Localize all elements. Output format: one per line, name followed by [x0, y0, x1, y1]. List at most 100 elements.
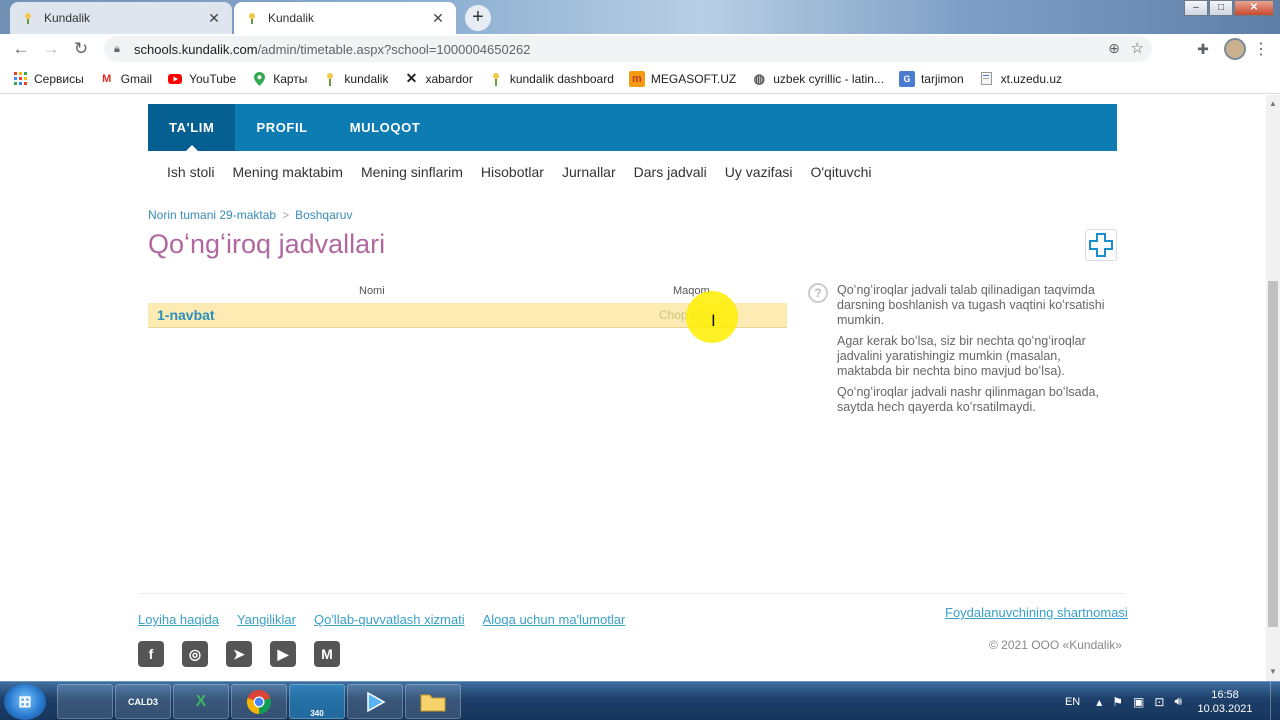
megasoft-icon: m: [628, 70, 645, 87]
facebook-icon[interactable]: f: [138, 641, 164, 667]
url-host: schools.kundalik.com: [134, 41, 258, 57]
nav-talim[interactable]: TA'LIM: [148, 104, 236, 151]
bookmark-gmail[interactable]: M Gmail: [99, 71, 152, 87]
breadcrumb: Norin tumani 29-maktab > Boshqaruv: [148, 208, 352, 222]
youtube-icon[interactable]: ▶: [270, 641, 296, 667]
text-cursor-icon: I: [711, 311, 716, 330]
sub-navigation: Ish stoli Mening maktabim Mening sinflar…: [148, 151, 1117, 193]
browser-toolbar: ← → ↻ 🔒︎ schools.kundalik.com/admin/time…: [0, 34, 1280, 64]
extensions-puzzle-icon[interactable]: ✚: [1188, 41, 1218, 58]
taskbar-app-player-icon[interactable]: [347, 684, 403, 719]
help-text: Agar kerak boʻlsa, siz bir nechta qoʻngʻ…: [837, 334, 1086, 378]
clock[interactable]: 16:58 10.03.2021: [1192, 688, 1258, 716]
flag-icon[interactable]: ⚑: [1112, 695, 1123, 709]
nav-profil[interactable]: PROFIL: [235, 104, 328, 151]
taskbar-app-telegram-icon[interactable]: 340: [289, 684, 345, 719]
subnav-ish-stoli[interactable]: Ish stoli: [167, 164, 214, 180]
medium-icon[interactable]: M: [314, 641, 340, 667]
bookmark-xabardor[interactable]: ✕ xabardor: [403, 70, 473, 87]
help-text: Qoʻngʻiroqlar jadvali talab qilinadigan …: [837, 283, 1105, 327]
footer-link-contacts[interactable]: Aloqa uchun ma'lumotlar: [483, 612, 626, 627]
subnav-uy-vazifasi[interactable]: Uy vazifasi: [725, 164, 793, 180]
back-arrow-icon[interactable]: ←: [6, 39, 36, 59]
subnav-mening-sinflarim[interactable]: Mening sinflarim: [361, 164, 463, 180]
plus-icon: [1089, 233, 1113, 257]
footer-link-news[interactable]: Yangiliklar: [237, 612, 296, 627]
footer-links: Loyiha haqida Yangiliklar Qo'llab-quvvat…: [138, 612, 643, 627]
subnav-jurnallar[interactable]: Jurnallar: [562, 164, 616, 180]
scrollbar-thumb[interactable]: [1268, 281, 1278, 627]
reload-icon[interactable]: ↻: [66, 39, 96, 59]
bookmark-kundalik-dashboard[interactable]: kundalik dashboard: [488, 71, 614, 87]
tray-arrow-icon[interactable]: ▴: [1096, 695, 1102, 709]
page-scrollbar[interactable]: ▲ ▼: [1266, 95, 1280, 681]
footer-link-about[interactable]: Loyiha haqida: [138, 612, 219, 627]
forward-arrow-icon[interactable]: →: [36, 39, 66, 59]
maximize-button[interactable]: □: [1209, 0, 1233, 16]
browser-tab-1[interactable]: Kundalik ✕: [10, 2, 232, 34]
close-window-button[interactable]: ✕: [1234, 0, 1274, 16]
bookmark-xt-uzedu[interactable]: xt.uzedu.uz: [979, 71, 1062, 87]
zoom-icon[interactable]: ⊕: [1108, 40, 1120, 57]
new-tab-button[interactable]: +: [465, 5, 491, 31]
youtube-icon: [167, 71, 183, 87]
bookmark-apps[interactable]: Сервисы: [12, 71, 84, 87]
subnav-mening-maktabim[interactable]: Mening maktabim: [232, 164, 343, 180]
bookmark-youtube[interactable]: YouTube: [167, 71, 236, 87]
volume-icon[interactable]: 🔊︎: [1174, 694, 1182, 709]
translate-icon: G: [898, 70, 915, 87]
instagram-icon[interactable]: ◎: [182, 641, 208, 667]
browser-tab-2[interactable]: Kundalik ✕: [234, 2, 456, 34]
bookmark-tarjimon[interactable]: Gtarjimon: [898, 70, 964, 87]
taskbar-app-cald3-icon[interactable]: CALD3: [115, 684, 171, 719]
subnav-dars-jadvali[interactable]: Dars jadvali: [634, 164, 707, 180]
scroll-up-icon[interactable]: ▲: [1266, 97, 1280, 111]
clock-date: 10.03.2021: [1197, 702, 1253, 715]
breadcrumb-school-link[interactable]: Norin tumani 29-maktab: [148, 208, 276, 222]
breadcrumb-section-link[interactable]: Boshqaruv: [295, 208, 352, 222]
kundalik-favicon-icon: [244, 10, 260, 26]
breadcrumb-separator: >: [282, 208, 290, 222]
bookmark-megasoft[interactable]: m MEGASOFT.UZ: [628, 70, 737, 87]
add-timetable-button[interactable]: [1085, 229, 1117, 261]
menu-kebab-icon[interactable]: ⋮: [1252, 39, 1270, 59]
nav-muloqot[interactable]: MULOQOT: [329, 104, 442, 151]
bookmark-kundalik[interactable]: kundalik: [322, 71, 388, 87]
gmail-icon: M: [102, 72, 112, 85]
bookmark-uzbek-cyrillic[interactable]: ◍ uzbek cyrillic - latin...: [751, 71, 884, 87]
kundalik-favicon-icon: [20, 10, 36, 26]
subnav-hisobotlar[interactable]: Hisobotlar: [481, 164, 544, 180]
language-indicator[interactable]: EN: [1065, 696, 1080, 708]
taskbar-app-folder-icon[interactable]: [405, 684, 461, 719]
close-tab-icon[interactable]: ✕: [430, 10, 446, 27]
bookmark-maps[interactable]: Карты: [251, 71, 307, 87]
subnav-oqituvchi[interactable]: O'qituvchi: [810, 164, 871, 180]
globe-icon: ◍: [753, 70, 765, 86]
bookmark-label: uzbek cyrillic - latin...: [773, 71, 884, 86]
start-button[interactable]: ⊞: [4, 684, 46, 720]
close-tab-icon[interactable]: ✕: [206, 10, 222, 27]
scroll-down-icon[interactable]: ▼: [1266, 665, 1280, 679]
network-icon[interactable]: ⊡: [1154, 695, 1164, 709]
minimize-button[interactable]: –: [1184, 0, 1208, 16]
tray-app-icon[interactable]: ▣: [1133, 695, 1144, 709]
chrome-icon: [246, 689, 272, 714]
bookmarks-bar: Сервисы M Gmail YouTube Карты kundalik ✕ x…: [0, 64, 1280, 94]
bookmark-label: kundalik dashboard: [509, 71, 614, 86]
bookmark-label: Сервисы: [34, 71, 84, 86]
address-bar[interactable]: 🔒︎ schools.kundalik.com/admin/timetable.…: [104, 36, 1152, 62]
bookmark-star-icon[interactable]: ☆: [1131, 39, 1144, 57]
tab-title: Kundalik: [44, 11, 91, 25]
taskbar-app-save-icon[interactable]: [57, 684, 113, 719]
telegram-icon[interactable]: ➤: [226, 641, 252, 667]
maps-icon: [251, 71, 267, 87]
bookmark-label: MEGASOFT.UZ: [650, 71, 737, 86]
taskbar-app-excel-icon[interactable]: X: [173, 684, 229, 719]
taskbar-app-chrome-icon[interactable]: [231, 684, 287, 719]
footer-link-support[interactable]: Qo'llab-quvvatlash xizmati: [314, 612, 465, 627]
show-desktop-button[interactable]: [1270, 682, 1280, 721]
profile-avatar[interactable]: [1224, 38, 1246, 60]
timetable-name-link[interactable]: 1-navbat: [157, 307, 215, 323]
bookmark-label: YouTube: [189, 71, 237, 86]
terms-link[interactable]: Foydalanuvchining shartnomasi: [945, 605, 1128, 620]
